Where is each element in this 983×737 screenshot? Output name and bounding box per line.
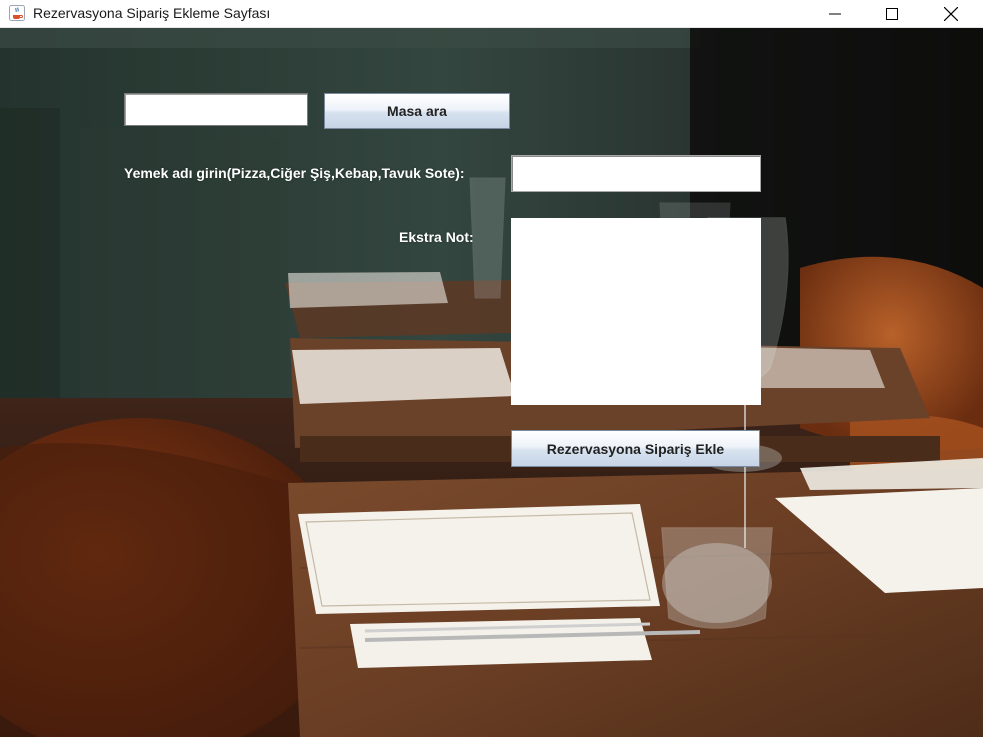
search-table-button[interactable]: Masa ara	[324, 93, 510, 129]
app-window: Rezervasyona Sipariş Ekleme Sayfası Masa…	[0, 0, 983, 737]
minimize-button[interactable]	[812, 0, 858, 27]
food-name-input[interactable]	[511, 155, 761, 192]
content-pane: Masa ara Yemek adı girin(Pizza,Ciğer Şiş…	[0, 28, 983, 737]
restaurant-background-image	[0, 28, 983, 737]
maximize-button[interactable]	[869, 0, 915, 27]
title-bar[interactable]: Rezervasyona Sipariş Ekleme Sayfası	[0, 0, 983, 28]
java-app-icon	[9, 5, 25, 21]
close-icon	[944, 6, 958, 21]
table-search-input[interactable]	[124, 93, 308, 126]
add-order-to-reservation-button[interactable]: Rezervasyona Sipariş Ekle	[511, 430, 760, 467]
extra-note-label: Ekstra Not:	[399, 229, 474, 245]
close-button[interactable]	[928, 0, 974, 27]
minimize-icon	[829, 13, 841, 14]
maximize-icon	[886, 7, 898, 20]
food-name-label: Yemek adı girin(Pizza,Ciğer Şiş,Kebap,Ta…	[124, 165, 465, 181]
extra-note-textarea[interactable]	[511, 218, 761, 405]
window-title: Rezervasyona Sipariş Ekleme Sayfası	[33, 5, 271, 21]
